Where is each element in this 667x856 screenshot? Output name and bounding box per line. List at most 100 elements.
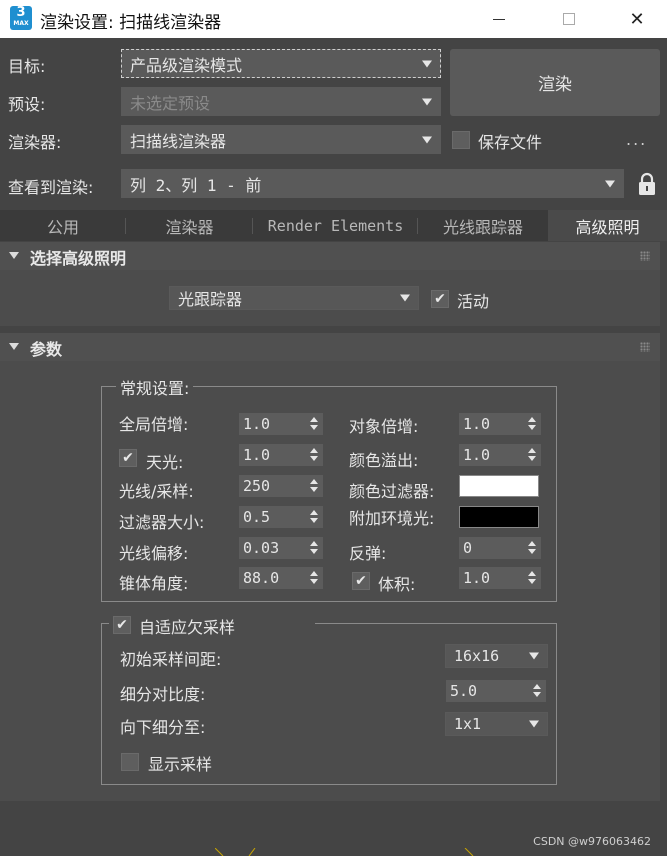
- skylight-spinner[interactable]: 1.0: [239, 444, 323, 466]
- chevron-down-icon: [529, 720, 539, 728]
- window-title: 渲染设置: 扫描线渲染器: [40, 13, 222, 33]
- spinner-up-icon[interactable]: [310, 541, 318, 546]
- view-to-render-dropdown[interactable]: 列 2、列 1 - 前: [121, 169, 624, 198]
- filter-size-label: 过滤器大小:: [119, 513, 205, 532]
- maximize-icon: [563, 13, 575, 25]
- spinner-up-icon[interactable]: [310, 510, 318, 515]
- app-logo-icon: 3 MAX: [10, 6, 32, 30]
- target-dropdown[interactable]: 产品级渲染模式: [121, 49, 441, 78]
- volume-label: 体积:: [378, 575, 416, 594]
- extra-ambient-swatch[interactable]: [459, 506, 539, 528]
- active-label: 活动: [457, 292, 490, 311]
- spinner-down-icon[interactable]: [310, 425, 318, 430]
- spinner-down-icon[interactable]: [528, 579, 536, 584]
- spinner-up-icon[interactable]: [528, 541, 536, 546]
- minimize-icon: [493, 18, 505, 20]
- view-to-render-value: 列 2、列 1 - 前: [130, 175, 262, 195]
- subdivide-down-label: 向下细分至:: [120, 718, 206, 737]
- minimize-button[interactable]: [476, 0, 522, 38]
- app-logo-subtext: MAX: [13, 20, 29, 27]
- spinner-down-icon[interactable]: [310, 579, 318, 584]
- global-multiplier-spinner[interactable]: 1.0: [239, 413, 323, 435]
- chevron-down-icon: [422, 98, 432, 105]
- collapse-triangle-icon: [9, 343, 19, 350]
- show-samples-label: 显示采样: [148, 755, 213, 774]
- filter-size-spinner[interactable]: 0.5: [239, 506, 323, 528]
- bounces-label: 反弹:: [349, 544, 387, 563]
- show-samples-checkbox[interactable]: [121, 753, 139, 771]
- ray-bias-label: 光线偏移:: [119, 544, 189, 563]
- tab-common[interactable]: 公用: [0, 210, 126, 241]
- tab-render-elements[interactable]: Render Elements: [253, 210, 418, 241]
- cone-angle-spinner[interactable]: 88.0: [239, 567, 323, 589]
- initial-sample-spacing-label: 初始采样间距:: [120, 650, 222, 669]
- spinner-down-icon[interactable]: [528, 425, 536, 430]
- spinner-up-icon[interactable]: [310, 479, 318, 484]
- close-button[interactable]: ✕: [614, 0, 660, 38]
- spinner-down-icon[interactable]: [528, 456, 536, 461]
- spinner-up-icon[interactable]: [310, 571, 318, 576]
- spinner-down-icon[interactable]: [533, 692, 541, 697]
- save-file-checkbox[interactable]: [452, 131, 470, 149]
- app-logo-text: 3: [16, 5, 26, 20]
- tab-raytracer[interactable]: 光线跟踪器: [418, 210, 548, 241]
- tab-advanced-lighting[interactable]: 高级照明: [548, 210, 667, 241]
- spinner-value: 0.03: [243, 539, 280, 557]
- rays-per-sample-spinner[interactable]: 250: [239, 475, 323, 497]
- adaptive-undersampling-checkbox[interactable]: [113, 616, 131, 634]
- chevron-down-icon: [529, 652, 539, 660]
- preset-label: 预设:: [8, 95, 46, 114]
- chevron-down-icon: [605, 180, 615, 187]
- active-checkbox[interactable]: [431, 290, 449, 308]
- skylight-checkbox[interactable]: [119, 449, 137, 467]
- tab-label: 高级照明: [575, 217, 640, 237]
- volume-spinner[interactable]: 1.0: [459, 567, 541, 589]
- maximize-button[interactable]: [546, 0, 592, 38]
- extra-ambient-label: 附加环境光:: [349, 509, 435, 528]
- more-options-button[interactable]: ...: [626, 130, 647, 149]
- spinner-up-icon[interactable]: [533, 684, 541, 689]
- tab-renderer[interactable]: 渲染器: [126, 210, 253, 241]
- preset-dropdown[interactable]: 未选定预设: [121, 87, 441, 116]
- target-value: 产品级渲染模式: [130, 55, 243, 75]
- view-to-render-label: 查看到渲染:: [8, 178, 94, 197]
- volume-checkbox[interactable]: [352, 572, 370, 590]
- spinner-down-icon[interactable]: [528, 549, 536, 554]
- object-multiplier-spinner[interactable]: 1.0: [459, 413, 541, 435]
- parameters-rollout-header[interactable]: 参数: [0, 333, 660, 361]
- lighting-method-dropdown[interactable]: 光跟踪器: [169, 286, 419, 310]
- tab-bar: 公用 渲染器 Render Elements 光线跟踪器 高级照明: [0, 210, 667, 241]
- spinner-up-icon[interactable]: [528, 417, 536, 422]
- drag-grip-icon[interactable]: [640, 251, 650, 261]
- subdivide-down-dropdown[interactable]: 1x1: [445, 712, 548, 736]
- spinner-down-icon[interactable]: [310, 456, 318, 461]
- subdivision-contrast-spinner[interactable]: 5.0: [446, 680, 546, 702]
- spinner-up-icon[interactable]: [310, 448, 318, 453]
- object-multiplier-label: 对象倍增:: [349, 417, 419, 436]
- render-button[interactable]: 渲染: [450, 49, 660, 116]
- spinner-down-icon[interactable]: [310, 549, 318, 554]
- ray-bias-spinner[interactable]: 0.03: [239, 537, 323, 559]
- chevron-down-icon: [422, 60, 432, 67]
- bounces-spinner[interactable]: 0: [459, 537, 541, 559]
- tab-label: 公用: [46, 217, 79, 237]
- chevron-down-icon: [422, 136, 432, 143]
- renderer-dropdown[interactable]: 扫描线渲染器: [121, 125, 441, 154]
- spinner-down-icon[interactable]: [310, 487, 318, 492]
- rays-per-sample-label: 光线/采样:: [119, 482, 194, 501]
- cone-angle-label: 锥体角度:: [119, 574, 189, 593]
- color-bleed-spinner[interactable]: 1.0: [459, 444, 541, 466]
- spinner-up-icon[interactable]: [310, 417, 318, 422]
- spinner-up-icon[interactable]: [528, 448, 536, 453]
- drag-grip-icon[interactable]: [640, 342, 650, 352]
- initial-sample-spacing-dropdown[interactable]: 16x16: [445, 644, 548, 668]
- spinner-value: 5.0: [450, 682, 478, 700]
- lock-icon[interactable]: [637, 172, 657, 196]
- color-filter-swatch[interactable]: [459, 475, 539, 497]
- spinner-up-icon[interactable]: [528, 571, 536, 576]
- dropdown-value: 1x1: [454, 715, 482, 733]
- select-advanced-lighting-rollout-header[interactable]: 选择高级照明: [0, 242, 660, 270]
- target-label: 目标:: [8, 57, 46, 76]
- spinner-down-icon[interactable]: [310, 518, 318, 523]
- spinner-value: 0.5: [243, 508, 271, 526]
